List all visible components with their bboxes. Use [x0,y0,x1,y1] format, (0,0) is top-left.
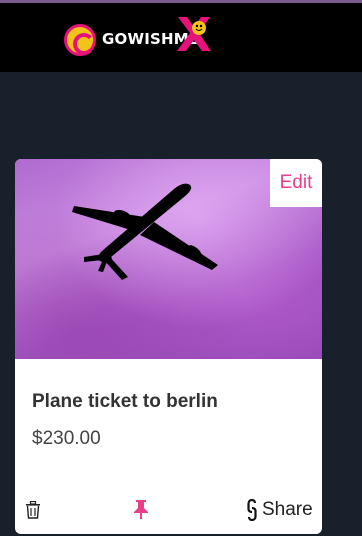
wish-image: Edit [15,159,322,359]
wish-card[interactable]: Edit Plane ticket to berlin $230.00 Shar… [15,159,322,534]
pin-icon[interactable] [132,499,150,519]
share-label: Share [262,499,313,520]
edit-button[interactable]: Edit [270,159,322,207]
logo-mark [64,24,96,56]
wish-title: Plane ticket to berlin [32,391,218,412]
link-icon [247,499,257,521]
airplane-image [72,183,218,280]
wish-price: $230.00 [32,428,101,449]
app-header: GOWISHME [0,3,362,72]
share-button[interactable]: Share [245,498,313,522]
app-logo[interactable]: GOWISHME [64,13,234,63]
trash-icon[interactable] [25,501,41,519]
logo-x-icon [177,17,211,51]
